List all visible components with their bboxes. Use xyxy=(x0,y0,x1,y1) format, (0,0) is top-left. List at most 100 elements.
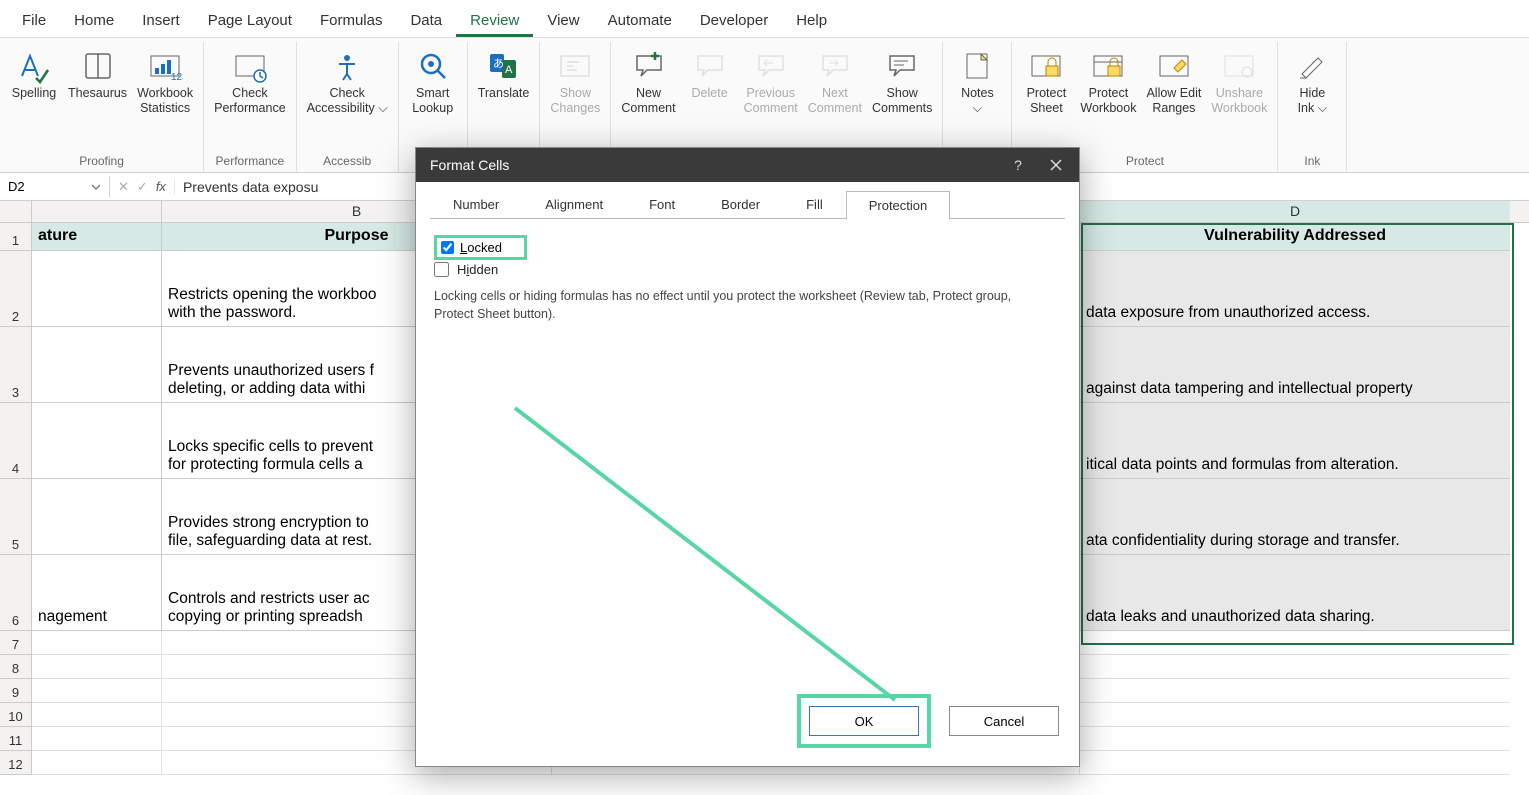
ok-button[interactable]: OK xyxy=(809,706,919,736)
cell-a1[interactable]: ature xyxy=(32,223,162,251)
ribbon-group-label: Performance xyxy=(210,150,290,170)
accept-formula-icon[interactable]: ✓ xyxy=(135,179,150,195)
translate-button[interactable]: あATranslate xyxy=(474,44,534,105)
row-header-9[interactable]: 9 xyxy=(0,679,32,703)
cell-d11[interactable] xyxy=(1080,727,1510,751)
cell-a9[interactable] xyxy=(32,679,162,703)
cell-a10[interactable] xyxy=(32,703,162,727)
menu-insert[interactable]: Insert xyxy=(128,6,194,37)
select-all-corner[interactable] xyxy=(0,201,32,222)
cell-d4[interactable]: itical data points and formulas from alt… xyxy=(1080,403,1510,479)
row-header-1[interactable]: 1 xyxy=(0,223,32,251)
check-accessibility-icon xyxy=(329,48,365,84)
new-comment-button[interactable]: NewComment xyxy=(617,44,679,120)
hidden-checkbox[interactable] xyxy=(434,262,449,277)
dialog-tab-alignment[interactable]: Alignment xyxy=(522,190,626,219)
show-changes-label: ShowChanges xyxy=(550,86,600,116)
row-header-4[interactable]: 4 xyxy=(0,403,32,479)
cell-a6[interactable]: nagement xyxy=(32,555,162,631)
menu-help[interactable]: Help xyxy=(782,6,841,37)
protect-sheet-button[interactable]: ProtectSheet xyxy=(1018,44,1074,120)
unshare-workbook-icon xyxy=(1221,48,1257,84)
row-header-2[interactable]: 2 xyxy=(0,251,32,327)
chevron-down-icon xyxy=(91,182,101,192)
row-header-7[interactable]: 7 xyxy=(0,631,32,655)
menu-developer[interactable]: Developer xyxy=(686,6,782,37)
dialog-close-button[interactable] xyxy=(1043,152,1069,178)
cell-a4[interactable] xyxy=(32,403,162,479)
notes-button[interactable]: Notes⌵ xyxy=(949,44,1005,120)
cell-a11[interactable] xyxy=(32,727,162,751)
menu-data[interactable]: Data xyxy=(396,6,456,37)
dialog-tab-font[interactable]: Font xyxy=(626,190,698,219)
cell-d9[interactable] xyxy=(1080,679,1510,703)
cell-a7[interactable] xyxy=(32,631,162,655)
name-box[interactable]: D2 xyxy=(0,176,110,197)
check-accessibility-button[interactable]: CheckAccessibility ⌵ xyxy=(303,44,392,120)
workbook-statistics-button[interactable]: 123WorkbookStatistics xyxy=(133,44,197,120)
menu-view[interactable]: View xyxy=(533,6,593,37)
cell-d12[interactable] xyxy=(1080,751,1510,775)
locked-checkbox[interactable] xyxy=(441,241,454,254)
menu-home[interactable]: Home xyxy=(60,6,128,37)
row-header-8[interactable]: 8 xyxy=(0,655,32,679)
cell-d2[interactable]: data exposure from unauthorized access. xyxy=(1080,251,1510,327)
check-performance-button[interactable]: CheckPerformance xyxy=(210,44,290,120)
hidden-label[interactable]: Hidden xyxy=(457,262,498,277)
ribbon-group-label: Ink xyxy=(1284,150,1340,170)
thesaurus-button[interactable]: Thesaurus xyxy=(64,44,131,105)
cancel-formula-icon[interactable]: ✕ xyxy=(116,179,131,195)
dialog-tab-number[interactable]: Number xyxy=(430,190,522,219)
cell-d8[interactable] xyxy=(1080,655,1510,679)
menu-page-layout[interactable]: Page Layout xyxy=(194,6,306,37)
fx-icon[interactable]: fx xyxy=(154,179,168,194)
cell-d6[interactable]: data leaks and unauthorized data sharing… xyxy=(1080,555,1510,631)
spelling-button[interactable]: Spelling xyxy=(6,44,62,105)
menu-automate[interactable]: Automate xyxy=(594,6,686,37)
cell-a3[interactable] xyxy=(32,327,162,403)
cell-d3[interactable]: against data tampering and intellectual … xyxy=(1080,327,1510,403)
dialog-titlebar[interactable]: Format Cells ? xyxy=(416,148,1079,182)
cell-d7[interactable] xyxy=(1080,631,1510,655)
smart-lookup-button[interactable]: SmartLookup xyxy=(405,44,461,120)
row-header-12[interactable]: 12 xyxy=(0,751,32,775)
cancel-button[interactable]: Cancel xyxy=(949,706,1059,736)
row-header-11[interactable]: 11 xyxy=(0,727,32,751)
previous-comment-icon xyxy=(753,48,789,84)
notes-label: Notes⌵ xyxy=(961,86,994,116)
menu-formulas[interactable]: Formulas xyxy=(306,6,397,37)
row-header-3[interactable]: 3 xyxy=(0,327,32,403)
row-header-5[interactable]: 5 xyxy=(0,479,32,555)
row-header-10[interactable]: 10 xyxy=(0,703,32,727)
spelling-label: Spelling xyxy=(12,86,56,101)
spelling-icon xyxy=(16,48,52,84)
format-cells-dialog: Format Cells ? NumberAlignmentFontBorder… xyxy=(415,147,1080,767)
dialog-tab-fill[interactable]: Fill xyxy=(783,190,846,219)
dialog-tab-border[interactable]: Border xyxy=(698,190,783,219)
dialog-tab-protection[interactable]: Protection xyxy=(846,191,951,220)
menu-file[interactable]: File xyxy=(8,6,60,37)
row-header-6[interactable]: 6 xyxy=(0,555,32,631)
cell-a2[interactable] xyxy=(32,251,162,327)
cell-d1[interactable]: Vulnerability Addressed xyxy=(1080,223,1510,251)
menu-review[interactable]: Review xyxy=(456,6,533,37)
cell-d10[interactable] xyxy=(1080,703,1510,727)
previous-comment-label: PreviousComment xyxy=(744,86,798,116)
hide-ink-icon xyxy=(1294,48,1330,84)
show-comments-button[interactable]: ShowComments xyxy=(868,44,936,120)
protect-workbook-button[interactable]: ProtectWorkbook xyxy=(1076,44,1140,120)
locked-label[interactable]: Locked xyxy=(460,240,502,255)
cell-d5[interactable]: ata confidentiality during storage and t… xyxy=(1080,479,1510,555)
dialog-help-button[interactable]: ? xyxy=(1005,152,1031,178)
cell-a12[interactable] xyxy=(32,751,162,775)
allow-edit-ranges-button[interactable]: Allow EditRanges xyxy=(1142,44,1205,120)
hide-ink-button[interactable]: HideInk ⌵ xyxy=(1284,44,1340,120)
next-comment-label: NextComment xyxy=(808,86,862,116)
hide-ink-label: HideInk ⌵ xyxy=(1298,86,1328,116)
ribbon-group-label: Proofing xyxy=(6,150,197,170)
show-changes-icon xyxy=(557,48,593,84)
cell-a5[interactable] xyxy=(32,479,162,555)
column-header-d[interactable]: D xyxy=(1080,201,1510,222)
column-header-a[interactable] xyxy=(32,201,162,222)
cell-a8[interactable] xyxy=(32,655,162,679)
